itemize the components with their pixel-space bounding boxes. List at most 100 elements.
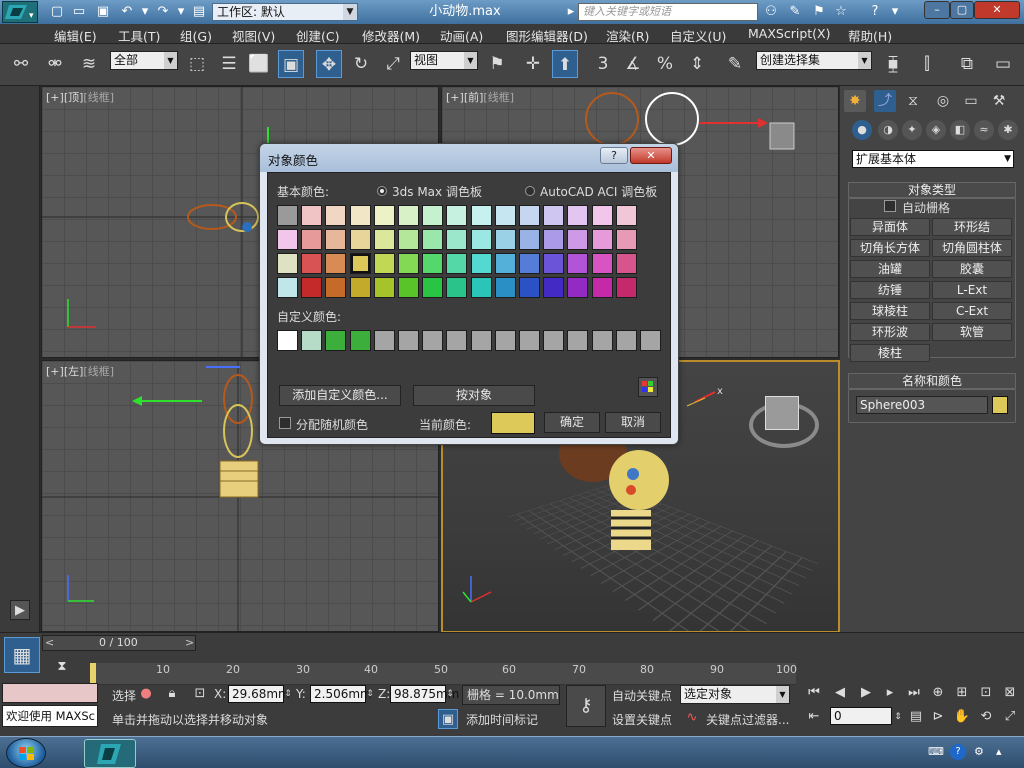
isolate-bulb-icon[interactable]: ● [136,684,156,704]
app-logo-icon[interactable]: ▾ [2,1,38,23]
menu-rendering[interactable]: 渲染(R) [606,26,649,45]
display-tab-icon[interactable]: ▭ [960,90,982,112]
space-warps-category-icon[interactable]: ≈ [974,120,994,140]
binoculars-icon[interactable]: ⚇ [762,3,780,21]
edit-named-selection-icon[interactable]: ✎ [722,50,748,78]
basic-color-swatch[interactable] [398,253,419,274]
basic-color-swatch[interactable] [277,229,298,250]
track-bar[interactable]: 10 20 30 40 50 60 70 80 90 100 [90,663,797,685]
basic-color-swatch[interactable] [615,229,637,250]
time-tag-icon[interactable]: ▣ [438,709,458,729]
key-selection-select[interactable]: 选定对象 ▼ [680,685,790,704]
hedra-button[interactable]: 异面体 [850,218,930,236]
tools-icon[interactable]: ✎ [786,3,804,21]
random-colors-checkbox[interactable] [279,417,291,429]
basic-color-swatch[interactable] [470,205,492,226]
undo-icon[interactable]: ↶ [118,3,136,21]
dialog-title-bar[interactable]: 对象颜色 ? ✕ [260,144,678,172]
go-to-end-icon[interactable]: ⏭ [904,683,924,703]
basic-color-swatch[interactable] [567,277,589,298]
basic-color-swatch[interactable] [277,253,298,274]
basic-color-swatch[interactable] [325,205,347,226]
basic-color-swatch[interactable] [398,277,419,298]
basic-color-swatch[interactable] [446,253,468,274]
ring-wave-button[interactable]: 环形波 [850,323,930,341]
pan-hand-icon[interactable]: ✋ [952,707,972,727]
cancel-button[interactable]: 取消 [605,412,661,433]
geometry-type-select[interactable]: 扩展基本体 ▼ [852,150,1014,168]
custom-color-swatch[interactable] [422,330,444,351]
shapes-category-icon[interactable]: ◑ [878,120,898,140]
spinner-snap-icon[interactable]: ⇕ [684,50,710,78]
custom-color-swatch[interactable] [543,330,565,351]
search-input[interactable]: 键入关键字或短语 [578,3,758,21]
selection-lock-icon[interactable]: 🔒︎ [162,684,182,704]
key-filters-button[interactable]: 关键点过滤器... [706,711,789,728]
zoom-extents-icon[interactable]: ⊡ [976,683,996,703]
help-icon[interactable]: ? [866,3,884,21]
systems-category-icon[interactable]: ✱ [998,120,1018,140]
menu-maxscript[interactable]: MAXScript(X) [748,26,830,41]
l-ext-button[interactable]: L-Ext [932,281,1012,299]
ok-button[interactable]: 确定 [544,412,600,433]
torus-knot-button[interactable]: 环形结 [932,218,1012,236]
custom-color-swatch[interactable] [591,330,613,351]
snaps-toggle-icon[interactable]: 3 [590,50,616,78]
create-tab-icon[interactable]: ✸ [844,90,866,112]
menu-view[interactable]: 视图(V) [232,26,275,45]
auto-key-button[interactable]: 自动关键点 [612,687,672,704]
basic-color-swatch[interactable] [567,253,589,274]
helpers-category-icon[interactable]: ◧ [950,120,970,140]
basic-color-swatch[interactable] [349,229,371,250]
custom-color-swatch[interactable] [494,330,516,351]
go-to-start-icon[interactable]: ⏮ [804,683,824,703]
utilities-tab-icon[interactable]: ⚒ [988,90,1010,112]
basic-color-swatch[interactable] [543,277,565,298]
maximize-button[interactable]: ▢ [950,1,974,19]
basic-color-swatch[interactable] [494,253,516,274]
modify-tab-icon[interactable]: ⤴ [874,90,896,112]
object-color-swatch[interactable] [992,396,1008,414]
time-cursor[interactable] [90,663,96,685]
current-frame-field[interactable]: 0 [830,707,892,725]
maxscript-listener-pink[interactable] [2,683,98,703]
taskbar-3dsmax-icon[interactable] [84,739,136,768]
custom-color-swatch[interactable] [349,330,371,351]
menu-customize[interactable]: 自定义(U) [670,26,726,45]
mirror-icon[interactable]: ⧯ [880,50,906,78]
add-custom-color-button[interactable]: 添加自定义颜色... [279,385,401,406]
custom-color-swatch[interactable] [446,330,468,351]
capsule-button[interactable]: 胶囊 [932,260,1012,278]
basic-color-swatch[interactable] [591,277,613,298]
basic-color-swatch[interactable] [543,253,565,274]
basic-color-swatch[interactable] [301,277,323,298]
window-crossing-icon[interactable]: ▣ [278,50,304,78]
menu-group[interactable]: 组(G) [180,26,212,45]
basic-color-swatch[interactable] [398,229,419,250]
zoom-all-icon[interactable]: ⊞ [952,683,972,703]
basic-color-swatch[interactable] [373,277,395,298]
basic-color-swatch[interactable] [615,277,637,298]
layer-manager-icon[interactable]: ⧉ [954,50,980,78]
favorites-star-icon[interactable]: ☆ [832,3,850,21]
align-icon[interactable]: ⫿ [914,50,940,78]
basic-color-swatch[interactable] [567,205,589,226]
color-picker-icon[interactable] [638,377,658,397]
pivot-center-icon[interactable]: ⚑ [484,50,510,78]
x-spinner-icon[interactable]: ⇕ [282,684,294,704]
basic-color-swatch[interactable] [615,253,637,274]
basic-color-swatch[interactable] [349,277,371,298]
select-rotate-icon[interactable]: ↻ [348,50,374,78]
name-color-header[interactable]: 名称和颜色 [848,373,1016,389]
prism-button[interactable]: 棱柱 [850,344,930,362]
basic-color-swatch[interactable] [325,253,347,274]
c-ext-button[interactable]: C-Ext [932,302,1012,320]
viewport-layouts-icon[interactable]: ▦ [4,637,40,673]
key-filters-curve-icon[interactable]: ∿ [682,708,702,728]
chamfer-cyl-button[interactable]: 切角圆柱体 [932,239,1012,257]
rectangular-selection-icon[interactable]: ⬜ [246,50,272,78]
time-slider[interactable]: < 0 / 100 > [42,635,196,651]
custom-color-swatch[interactable] [567,330,589,351]
by-object-button[interactable]: 按对象 [413,385,535,406]
reference-coordinate-select[interactable]: 视图 ▼ [410,51,478,70]
